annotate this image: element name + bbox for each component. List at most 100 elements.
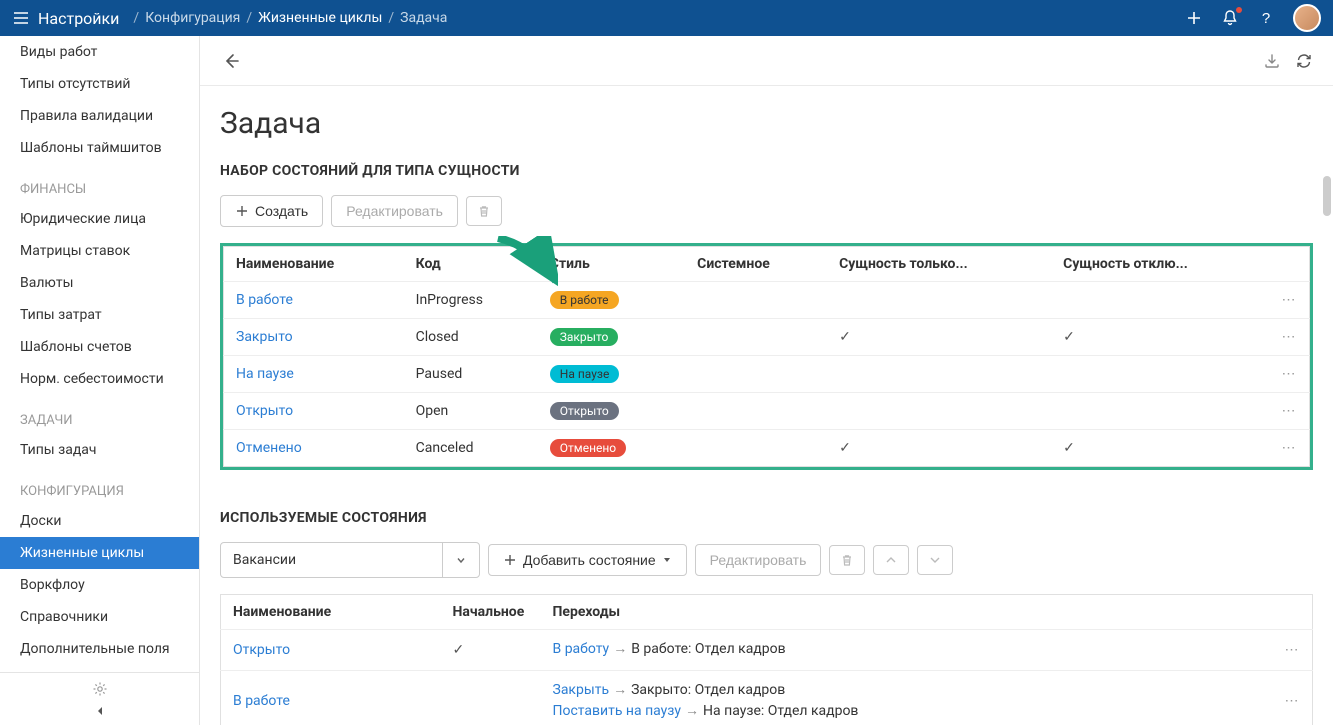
readonly-flag (827, 282, 1051, 319)
sidebar-item[interactable]: Доски (0, 505, 199, 537)
state-name-link[interactable]: На паузе (236, 366, 294, 382)
table-header[interactable]: Наименование (224, 247, 404, 282)
readonly-flag: ✓ (827, 430, 1051, 467)
state-name-link[interactable]: Открыто (236, 403, 293, 419)
avatar[interactable] (1293, 4, 1321, 32)
state-code: Closed (404, 319, 538, 356)
sidebar-item[interactable]: Жизненные циклы (0, 537, 199, 569)
scrollbar[interactable] (1323, 176, 1331, 216)
row-menu-icon[interactable]: ⋯ (1273, 670, 1313, 725)
hamburger-icon[interactable] (12, 9, 30, 27)
state-name-link[interactable]: Отменено (236, 440, 302, 456)
states-table-highlight: НаименованиеКодСтильСистемноеСущность то… (220, 243, 1313, 470)
used-state-link[interactable]: В работе (233, 693, 290, 709)
chevron-down-icon[interactable] (442, 543, 479, 577)
table-row[interactable]: В работеЗакрыть→Закрыто: Отдел кадровПос… (221, 670, 1313, 725)
table-row[interactable]: ОткрытоOpenОткрыто⋯ (224, 393, 1310, 430)
table-header[interactable]: Код (404, 247, 538, 282)
entity-select[interactable]: Вакансии (220, 542, 480, 578)
row-menu-icon[interactable]: ⋯ (1270, 430, 1310, 467)
sidebar-item[interactable]: Справочники (0, 601, 199, 633)
row-menu-icon[interactable]: ⋯ (1270, 393, 1310, 430)
disabled-flag: ✓ (1051, 430, 1269, 467)
state-code: Paused (404, 356, 538, 393)
row-menu-icon[interactable]: ⋯ (1273, 630, 1313, 671)
sidebar-item[interactable]: Шаблоны счетов (0, 331, 199, 363)
help-icon[interactable]: ? (1257, 9, 1275, 27)
plus-icon[interactable] (1185, 9, 1203, 27)
transition-link[interactable]: Закрыть (553, 682, 610, 698)
status-badge: На паузе (550, 365, 620, 383)
back-arrow-icon[interactable] (220, 50, 242, 72)
disabled-flag: ✓ (1051, 319, 1269, 356)
entity-select-value: Вакансии (221, 552, 442, 568)
used-states-table: НаименованиеНачальноеПереходы Открыто✓В … (220, 594, 1313, 725)
sidebar-item[interactable]: Правила валидации (0, 100, 199, 132)
move-down-button[interactable] (917, 545, 953, 575)
state-name-link[interactable]: В работе (236, 292, 293, 308)
initial-flag: ✓ (441, 630, 541, 671)
breadcrumb-item[interactable]: Задача (400, 10, 447, 26)
sidebar-item[interactable]: Валюты (0, 267, 199, 299)
table-header[interactable]: Начальное (441, 595, 541, 630)
transition-target: В работе: Отдел кадров (631, 641, 785, 657)
table-row[interactable]: ОтмененоCanceledОтменено✓✓⋯ (224, 430, 1310, 467)
sidebar-item[interactable]: Воркфлоу (0, 569, 199, 601)
move-up-button[interactable] (873, 545, 909, 575)
bell-icon[interactable] (1221, 9, 1239, 27)
table-row[interactable]: В работеInProgressВ работе⋯ (224, 282, 1310, 319)
notification-dot (1236, 7, 1242, 13)
breadcrumb-item[interactable]: Жизненные циклы (258, 10, 382, 26)
edit-state-button[interactable]: Редактировать (695, 544, 822, 576)
delete-state-button[interactable] (829, 545, 865, 575)
sidebar-item[interactable]: Типы задач (0, 434, 199, 466)
sidebar-item[interactable]: Матрицы ставок (0, 235, 199, 267)
delete-button[interactable] (466, 196, 502, 226)
add-state-button[interactable]: Добавить состояние (488, 544, 687, 576)
breadcrumb-item[interactable]: Конфигурация (145, 10, 240, 26)
readonly-flag (827, 356, 1051, 393)
row-menu-icon[interactable]: ⋯ (1270, 282, 1310, 319)
system-flag (685, 430, 827, 467)
create-button[interactable]: Создать (220, 195, 323, 227)
transition-link[interactable]: В работу (553, 641, 610, 657)
table-header[interactable]: Стиль (538, 247, 685, 282)
sidebar-item[interactable]: Виды работ (0, 36, 199, 68)
row-menu-icon[interactable]: ⋯ (1270, 356, 1310, 393)
sidebar-item[interactable]: Дополнительные поля (0, 633, 199, 665)
sidebar-item[interactable]: Типы затрат (0, 299, 199, 331)
state-code: InProgress (404, 282, 538, 319)
edit-button[interactable]: Редактировать (331, 195, 458, 227)
used-states-heading: ИСПОЛЬЗУЕМЫЕ СОСТОЯНИЯ (220, 510, 1313, 526)
sidebar-item[interactable]: Норм. себестоимости (0, 363, 199, 395)
row-menu-icon[interactable]: ⋯ (1270, 319, 1310, 356)
table-header[interactable]: Сущность только... (827, 247, 1051, 282)
disabled-flag (1051, 356, 1269, 393)
refresh-icon[interactable] (1295, 52, 1313, 70)
table-row[interactable]: ЗакрытоClosedЗакрыто✓✓⋯ (224, 319, 1310, 356)
table-header[interactable]: Переходы (541, 595, 1273, 630)
sidebar-item[interactable]: Шаблоны таймшитов (0, 132, 199, 164)
status-badge: Закрыто (550, 328, 619, 346)
table-row[interactable]: Открыто ✓В работу→В работе: Отдел кадров⋯ (221, 630, 1313, 671)
table-header[interactable]: Системное (685, 247, 827, 282)
system-flag (685, 356, 827, 393)
states-section-heading: НАБОР СОСТОЯНИЙ ДЛЯ ТИПА СУЩНОСТИ (220, 163, 1313, 179)
sidebar-item[interactable]: Типы отсутствий (0, 68, 199, 100)
transition-link[interactable]: Поставить на паузу (553, 703, 682, 719)
gear-icon[interactable] (92, 681, 108, 697)
state-name-link[interactable]: Закрыто (236, 329, 293, 345)
collapse-sidebar-icon[interactable] (94, 705, 106, 717)
transitions-cell: В работу→В работе: Отдел кадров (541, 630, 1273, 671)
used-state-link[interactable]: Открыто (233, 642, 290, 658)
sidebar-item[interactable]: Юридические лица (0, 203, 199, 235)
system-flag (685, 282, 827, 319)
readonly-flag (827, 393, 1051, 430)
initial-flag (441, 670, 541, 725)
table-row[interactable]: На паузе Paused На паузе ⋯ (224, 356, 1310, 393)
table-header[interactable]: Сущность отклю... (1051, 247, 1269, 282)
download-icon[interactable] (1263, 52, 1281, 70)
disabled-flag (1051, 393, 1269, 430)
table-header[interactable]: Наименование (221, 595, 441, 630)
state-code: Open (404, 393, 538, 430)
